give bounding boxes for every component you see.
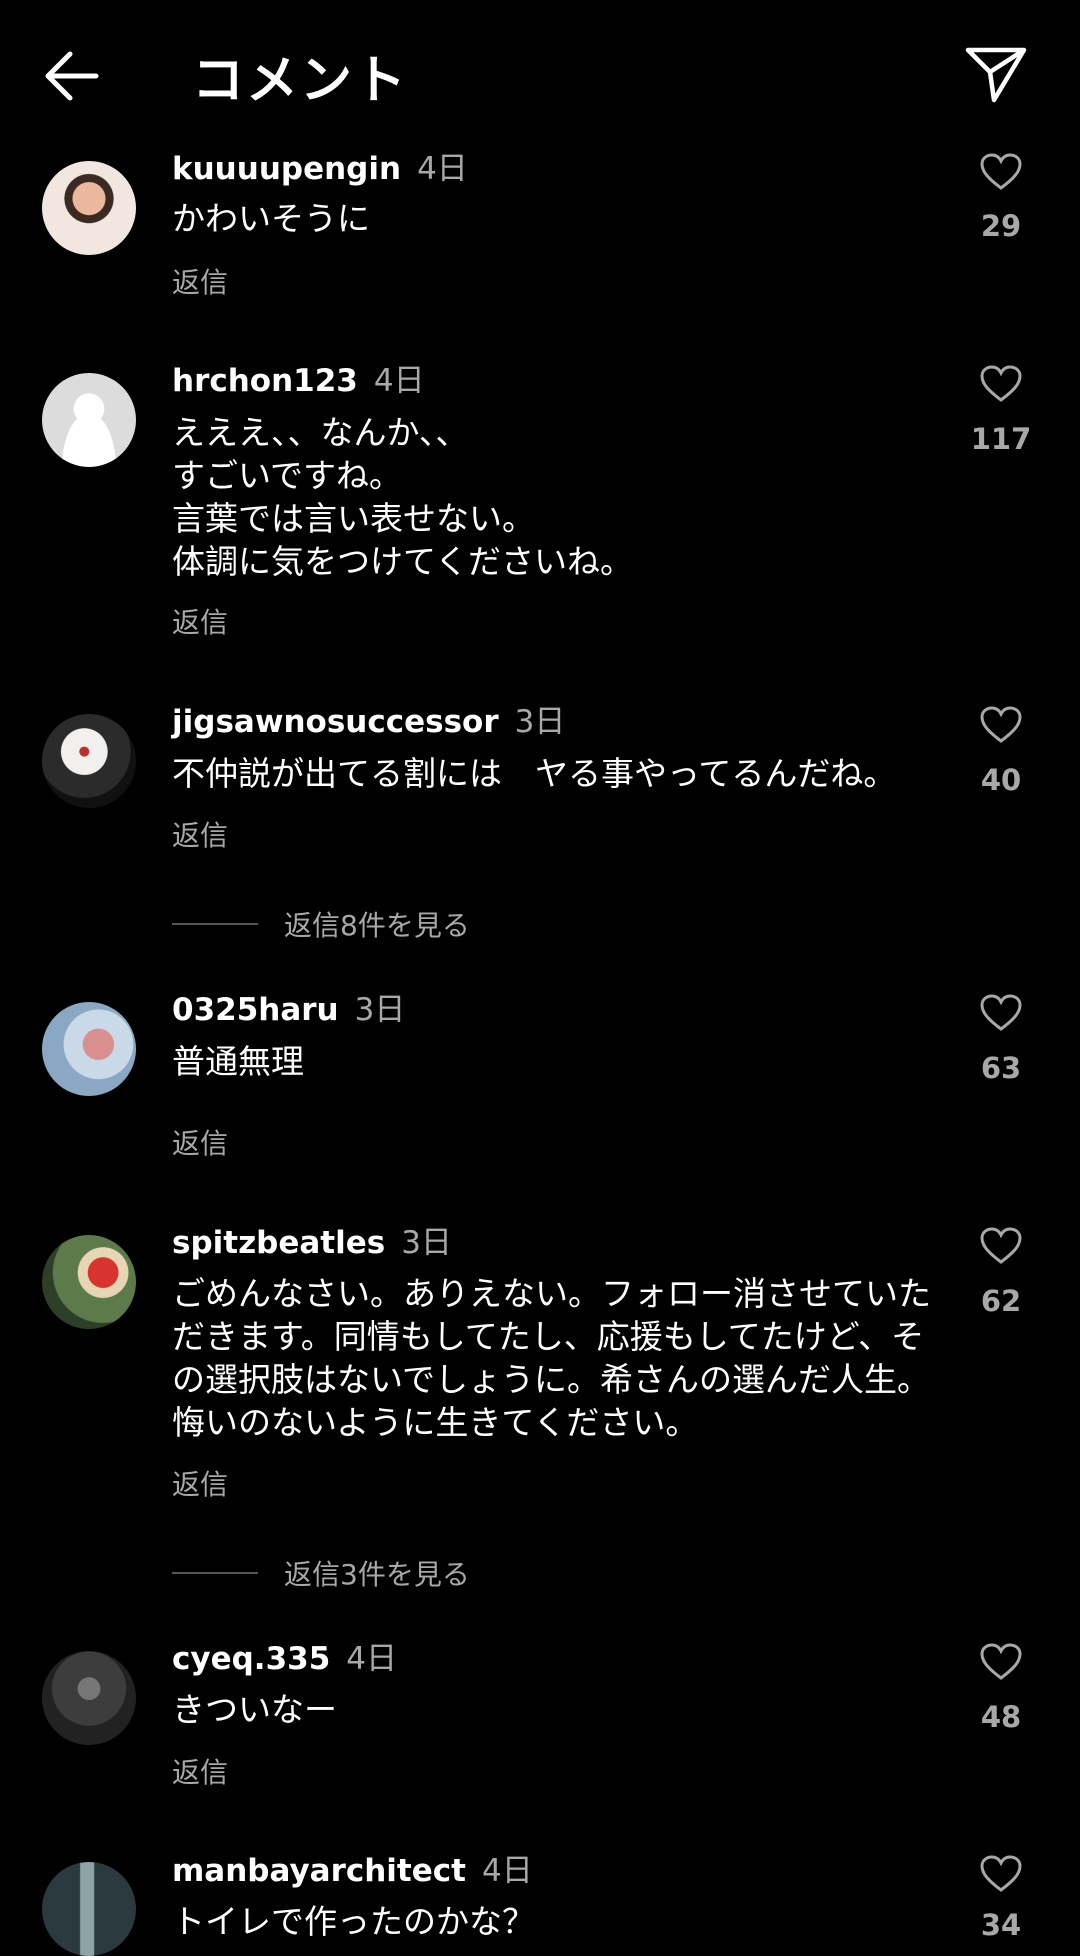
comment-time: 4日 <box>346 1641 398 1677</box>
avatar[interactable] <box>42 373 136 467</box>
reply-button[interactable]: 返信 <box>172 1122 228 1162</box>
like-count: 40 <box>980 763 1022 797</box>
comment-username[interactable]: spitzbeatles 3日 <box>172 1217 452 1262</box>
heart-icon[interactable] <box>979 152 1023 192</box>
heart-icon[interactable] <box>979 1642 1023 1682</box>
heart-icon[interactable] <box>979 1854 1023 1894</box>
like-count: 62 <box>980 1284 1022 1318</box>
heart-icon[interactable] <box>979 993 1023 1033</box>
heart-icon[interactable] <box>979 705 1023 745</box>
avatar[interactable] <box>42 714 136 808</box>
comment-username[interactable]: manbayarchitect 4日 <box>172 1845 533 1890</box>
comment-time: 3日 <box>401 1225 452 1261</box>
comment-text: 不仲説が出てる割には ヤる事やってるんだね。 <box>172 754 897 793</box>
comment-username[interactable]: hrchon123 4日 <box>172 355 425 400</box>
comment-text: ごめんなさい。ありえない。フォロー消させていただきます。同情もしてたし、応援もし… <box>172 1274 931 1442</box>
like-count: 63 <box>980 1051 1022 1085</box>
view-replies-button[interactable]: 返信3件を見る <box>172 1553 470 1593</box>
comment-text: えええ、、なんか、、 すごいですね。 言葉では言い表せない。 体調に気をつけてく… <box>172 413 634 581</box>
comment-time: 4日 <box>373 363 425 399</box>
reply-button[interactable]: 返信 <box>172 601 228 641</box>
comment-text: トイレで作ったのかな？ <box>172 1902 535 1941</box>
like-count: 34 <box>980 1908 1022 1942</box>
avatar[interactable] <box>42 1002 136 1096</box>
divider-line <box>172 923 258 925</box>
avatar[interactable] <box>42 161 136 255</box>
reply-button[interactable]: 返信 <box>172 261 228 301</box>
page-title: コメント <box>192 51 409 111</box>
like-count: 48 <box>980 1700 1022 1734</box>
avatar[interactable] <box>42 1862 136 1956</box>
like-count: 29 <box>980 209 1022 243</box>
comment-time: 4日 <box>417 151 468 187</box>
comment-time: 3日 <box>354 992 406 1028</box>
heart-icon[interactable] <box>979 364 1023 404</box>
comment-username[interactable]: 0325haru 3日 <box>172 984 405 1029</box>
comment-username[interactable]: cyeq.335 4日 <box>172 1633 397 1678</box>
avatar[interactable] <box>42 1651 136 1745</box>
reply-button[interactable]: 返信 <box>172 814 228 854</box>
like-count: 117 <box>970 422 1032 456</box>
view-replies-button[interactable]: 返信8件を見る <box>172 904 470 944</box>
comment-time: 3日 <box>514 704 566 740</box>
back-arrow-icon[interactable] <box>40 46 104 106</box>
reply-button[interactable]: 返信 <box>172 1751 228 1791</box>
paper-plane-icon[interactable] <box>964 44 1028 104</box>
comment-text: 普通無理 <box>172 1042 304 1081</box>
reply-button[interactable]: 返信 <box>172 1463 228 1503</box>
heart-icon[interactable] <box>979 1226 1023 1266</box>
comment-time: 4日 <box>481 1853 533 1889</box>
avatar[interactable] <box>42 1235 136 1329</box>
comment-text: かわいそうに <box>172 199 370 238</box>
comment-username[interactable]: kuuuupengin 4日 <box>172 143 468 188</box>
comment-username[interactable]: jigsawnosuccessor 3日 <box>172 696 565 741</box>
comment-text: きついなー <box>172 1690 337 1729</box>
divider-line <box>172 1572 258 1574</box>
